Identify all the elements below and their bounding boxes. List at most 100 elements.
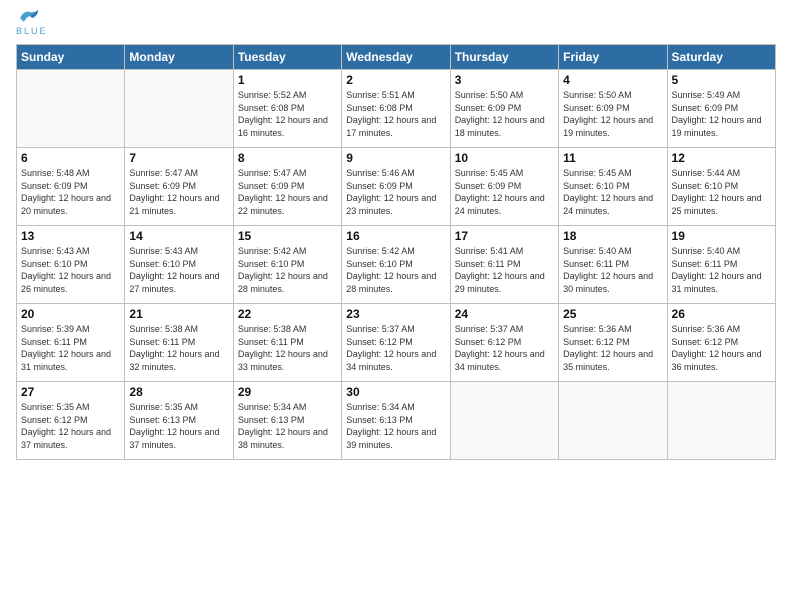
calendar-cell <box>559 382 667 460</box>
day-info: Sunrise: 5:38 AMSunset: 6:11 PMDaylight:… <box>129 323 228 373</box>
day-info: Sunrise: 5:34 AMSunset: 6:13 PMDaylight:… <box>346 401 445 451</box>
day-number: 20 <box>21 307 120 321</box>
column-header-sunday: Sunday <box>17 45 125 70</box>
day-number: 10 <box>455 151 554 165</box>
day-number: 21 <box>129 307 228 321</box>
day-info: Sunrise: 5:36 AMSunset: 6:12 PMDaylight:… <box>563 323 662 373</box>
day-number: 28 <box>129 385 228 399</box>
day-info: Sunrise: 5:43 AMSunset: 6:10 PMDaylight:… <box>129 245 228 295</box>
day-info: Sunrise: 5:42 AMSunset: 6:10 PMDaylight:… <box>238 245 337 295</box>
calendar-cell: 14 Sunrise: 5:43 AMSunset: 6:10 PMDayligh… <box>125 226 233 304</box>
calendar-cell: 6 Sunrise: 5:48 AMSunset: 6:09 PMDaylight… <box>17 148 125 226</box>
calendar-cell: 2 Sunrise: 5:51 AMSunset: 6:08 PMDaylight… <box>342 70 450 148</box>
day-info: Sunrise: 5:48 AMSunset: 6:09 PMDaylight:… <box>21 167 120 217</box>
day-info: Sunrise: 5:38 AMSunset: 6:11 PMDaylight:… <box>238 323 337 373</box>
day-info: Sunrise: 5:42 AMSunset: 6:10 PMDaylight:… <box>346 245 445 295</box>
day-info: Sunrise: 5:39 AMSunset: 6:11 PMDaylight:… <box>21 323 120 373</box>
calendar-cell: 26Sunrise: 5:36 AMSunset: 6:12 PMDayligh… <box>667 304 775 382</box>
calendar-cell: 9 Sunrise: 5:46 AMSunset: 6:09 PMDaylight… <box>342 148 450 226</box>
day-info: Sunrise: 5:45 AMSunset: 6:09 PMDaylight:… <box>455 167 554 217</box>
week-row-4: 20 Sunrise: 5:39 AMSunset: 6:11 PMDayligh… <box>17 304 776 382</box>
day-number: 13 <box>21 229 120 243</box>
calendar-cell: 16 Sunrise: 5:42 AMSunset: 6:10 PMDayligh… <box>342 226 450 304</box>
calendar-cell: 23 Sunrise: 5:37 AMSunset: 6:12 PMDayligh… <box>342 304 450 382</box>
day-number: 5 <box>672 73 771 87</box>
calendar-cell: 8 Sunrise: 5:47 AMSunset: 6:09 PMDaylight… <box>233 148 341 226</box>
column-header-saturday: Saturday <box>667 45 775 70</box>
calendar-cell: 29 Sunrise: 5:34 AMSunset: 6:13 PMDayligh… <box>233 382 341 460</box>
day-number: 29 <box>238 385 337 399</box>
calendar-cell: 4Sunrise: 5:50 AMSunset: 6:09 PMDaylight… <box>559 70 667 148</box>
week-row-2: 6 Sunrise: 5:48 AMSunset: 6:09 PMDaylight… <box>17 148 776 226</box>
day-info: Sunrise: 5:52 AMSunset: 6:08 PMDaylight:… <box>238 89 337 139</box>
column-header-wednesday: Wednesday <box>342 45 450 70</box>
day-info: Sunrise: 5:45 AMSunset: 6:10 PMDaylight:… <box>563 167 662 217</box>
header-row: SundayMondayTuesdayWednesdayThursdayFrid… <box>17 45 776 70</box>
day-number: 18 <box>563 229 662 243</box>
header: BLUE <box>16 12 776 36</box>
calendar-cell: 28 Sunrise: 5:35 AMSunset: 6:13 PMDayligh… <box>125 382 233 460</box>
logo-bird-icon <box>18 8 42 28</box>
day-number: 16 <box>346 229 445 243</box>
column-header-monday: Monday <box>125 45 233 70</box>
calendar-cell: 24 Sunrise: 5:37 AMSunset: 6:12 PMDayligh… <box>450 304 558 382</box>
week-row-5: 27Sunrise: 5:35 AMSunset: 6:12 PMDayligh… <box>17 382 776 460</box>
calendar-cell: 3 Sunrise: 5:50 AMSunset: 6:09 PMDaylight… <box>450 70 558 148</box>
day-number: 17 <box>455 229 554 243</box>
week-row-1: 1Sunrise: 5:52 AMSunset: 6:08 PMDaylight… <box>17 70 776 148</box>
column-header-friday: Friday <box>559 45 667 70</box>
day-info: Sunrise: 5:37 AMSunset: 6:12 PMDaylight:… <box>455 323 554 373</box>
logo: BLUE <box>16 12 48 36</box>
logo-tagline: BLUE <box>16 26 48 36</box>
day-number: 6 <box>21 151 120 165</box>
day-number: 23 <box>346 307 445 321</box>
calendar-cell: 15Sunrise: 5:42 AMSunset: 6:10 PMDayligh… <box>233 226 341 304</box>
calendar-cell <box>450 382 558 460</box>
calendar-cell <box>17 70 125 148</box>
day-info: Sunrise: 5:47 AMSunset: 6:09 PMDaylight:… <box>129 167 228 217</box>
day-number: 9 <box>346 151 445 165</box>
column-header-tuesday: Tuesday <box>233 45 341 70</box>
day-info: Sunrise: 5:36 AMSunset: 6:12 PMDaylight:… <box>672 323 771 373</box>
calendar-cell: 1Sunrise: 5:52 AMSunset: 6:08 PMDaylight… <box>233 70 341 148</box>
day-number: 8 <box>238 151 337 165</box>
day-info: Sunrise: 5:34 AMSunset: 6:13 PMDaylight:… <box>238 401 337 451</box>
day-number: 3 <box>455 73 554 87</box>
day-info: Sunrise: 5:37 AMSunset: 6:12 PMDaylight:… <box>346 323 445 373</box>
day-info: Sunrise: 5:40 AMSunset: 6:11 PMDaylight:… <box>672 245 771 295</box>
calendar-cell: 21 Sunrise: 5:38 AMSunset: 6:11 PMDayligh… <box>125 304 233 382</box>
calendar-cell <box>125 70 233 148</box>
day-number: 14 <box>129 229 228 243</box>
day-info: Sunrise: 5:40 AMSunset: 6:11 PMDaylight:… <box>563 245 662 295</box>
calendar-cell: 22 Sunrise: 5:38 AMSunset: 6:11 PMDayligh… <box>233 304 341 382</box>
day-number: 24 <box>455 307 554 321</box>
day-info: Sunrise: 5:41 AMSunset: 6:11 PMDaylight:… <box>455 245 554 295</box>
day-info: Sunrise: 5:43 AMSunset: 6:10 PMDaylight:… <box>21 245 120 295</box>
day-number: 12 <box>672 151 771 165</box>
calendar-cell: 19 Sunrise: 5:40 AMSunset: 6:11 PMDayligh… <box>667 226 775 304</box>
column-header-thursday: Thursday <box>450 45 558 70</box>
day-info: Sunrise: 5:35 AMSunset: 6:12 PMDaylight:… <box>21 401 120 451</box>
calendar-cell <box>667 382 775 460</box>
day-info: Sunrise: 5:44 AMSunset: 6:10 PMDaylight:… <box>672 167 771 217</box>
day-info: Sunrise: 5:50 AMSunset: 6:09 PMDaylight:… <box>563 89 662 139</box>
calendar-cell: 27Sunrise: 5:35 AMSunset: 6:12 PMDayligh… <box>17 382 125 460</box>
calendar-cell: 7Sunrise: 5:47 AMSunset: 6:09 PMDaylight… <box>125 148 233 226</box>
page: BLUE SundayMondayTuesdayWednesdayThursda… <box>0 0 792 612</box>
day-number: 19 <box>672 229 771 243</box>
day-number: 22 <box>238 307 337 321</box>
calendar-cell: 20 Sunrise: 5:39 AMSunset: 6:11 PMDayligh… <box>17 304 125 382</box>
day-number: 11 <box>563 151 662 165</box>
day-info: Sunrise: 5:46 AMSunset: 6:09 PMDaylight:… <box>346 167 445 217</box>
day-number: 2 <box>346 73 445 87</box>
calendar-cell: 17 Sunrise: 5:41 AMSunset: 6:11 PMDayligh… <box>450 226 558 304</box>
day-info: Sunrise: 5:47 AMSunset: 6:09 PMDaylight:… <box>238 167 337 217</box>
calendar-cell: 25Sunrise: 5:36 AMSunset: 6:12 PMDayligh… <box>559 304 667 382</box>
day-info: Sunrise: 5:49 AMSunset: 6:09 PMDaylight:… <box>672 89 771 139</box>
calendar-cell: 5 Sunrise: 5:49 AMSunset: 6:09 PMDaylight… <box>667 70 775 148</box>
calendar-cell: 10 Sunrise: 5:45 AMSunset: 6:09 PMDayligh… <box>450 148 558 226</box>
day-info: Sunrise: 5:51 AMSunset: 6:08 PMDaylight:… <box>346 89 445 139</box>
calendar-cell: 11 Sunrise: 5:45 AMSunset: 6:10 PMDayligh… <box>559 148 667 226</box>
day-info: Sunrise: 5:35 AMSunset: 6:13 PMDaylight:… <box>129 401 228 451</box>
day-info: Sunrise: 5:50 AMSunset: 6:09 PMDaylight:… <box>455 89 554 139</box>
